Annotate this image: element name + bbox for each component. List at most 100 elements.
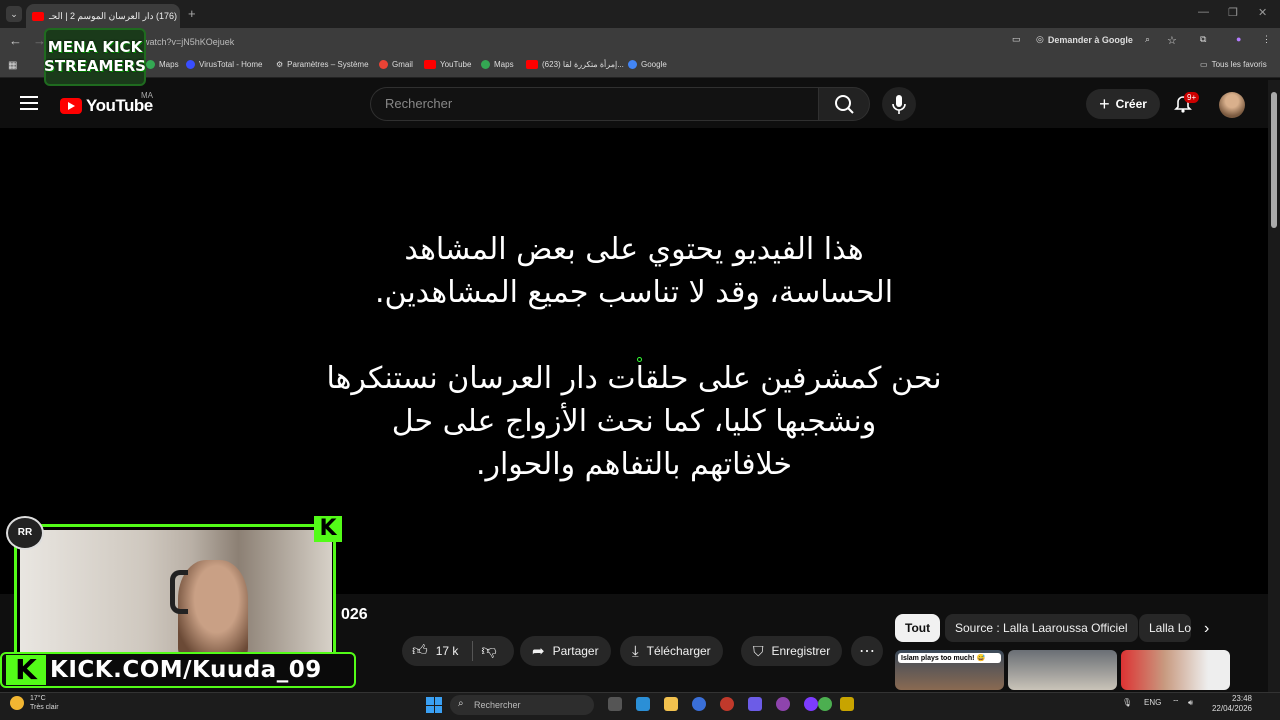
profile-icon[interactable]: ● xyxy=(1236,34,1241,44)
temperature: 17°C xyxy=(30,695,46,702)
search-button[interactable] xyxy=(818,87,870,121)
like-count[interactable]: 17 k xyxy=(436,644,459,658)
mena-kick-streamers-logo: MENA KICK STREAMERS xyxy=(44,28,146,86)
kick-k-icon: K xyxy=(6,655,46,685)
download-label: Télécharger xyxy=(646,644,711,658)
system-clock[interactable]: 23:48 22/04/2026 xyxy=(1208,694,1252,714)
sun-icon xyxy=(10,696,24,710)
app-icon-6[interactable] xyxy=(804,697,818,711)
minimize-icon[interactable]: — xyxy=(1198,6,1209,18)
new-tab-button[interactable]: + xyxy=(188,6,196,21)
menu-dots-icon[interactable]: ⋮ xyxy=(1262,34,1271,45)
gmail-icon xyxy=(379,60,388,69)
more-actions-icon[interactable]: ⋯ xyxy=(851,636,883,666)
app-icon-1[interactable] xyxy=(636,697,650,711)
save-button[interactable]: ⛉ Enregistrer xyxy=(741,636,843,666)
headphones-icon xyxy=(170,570,188,614)
scrollbar-thumb[interactable] xyxy=(1271,92,1277,228)
app-icon-5[interactable] xyxy=(776,697,790,711)
bookmark-gmail[interactable]: Gmail xyxy=(379,60,413,69)
share-icon: ➦ xyxy=(532,643,545,660)
clock-date: 22/04/2026 xyxy=(1211,704,1252,713)
thumbs-down-icon[interactable]: 👎︎ xyxy=(481,642,496,660)
bookmark-maps-2[interactable]: Maps xyxy=(481,60,514,69)
video-thumbnail-1[interactable]: Islam plays too much! 😅 xyxy=(895,650,1004,690)
content-warning-text-1: هذا الفيديو يحتوي على بعض المشاهد الحساس… xyxy=(374,232,894,310)
youtube-logo[interactable]: YouTube xyxy=(60,96,153,116)
volume-icon[interactable]: 🔊︎ xyxy=(1188,698,1193,708)
back-icon[interactable]: ← xyxy=(9,33,22,48)
bookmark-maps[interactable]: Maps xyxy=(146,60,179,69)
maps-icon xyxy=(146,60,155,69)
chip-source[interactable]: Source : Lalla Laaroussa Officiel xyxy=(945,614,1138,642)
chip-all[interactable]: Tout xyxy=(895,614,941,642)
search-input[interactable]: Rechercher xyxy=(370,87,818,121)
divider xyxy=(472,641,474,661)
download-button[interactable]: ⤓ Télécharger xyxy=(620,636,723,666)
google-lens-icon: ◎ xyxy=(1036,34,1044,44)
mic-tray-icon[interactable]: 🎙︎ xyxy=(1122,698,1132,707)
maximize-icon[interactable]: ❐ xyxy=(1228,6,1238,19)
app-icon-3[interactable] xyxy=(720,697,734,711)
kick-logo-icon: K xyxy=(314,516,342,542)
search-icon: ⌕ xyxy=(458,698,464,709)
wifi-icon[interactable]: ⌔ xyxy=(1172,698,1180,708)
task-view-icon[interactable] xyxy=(608,697,622,711)
video-thumbnail-2[interactable] xyxy=(1008,650,1117,690)
taskbar-search-input[interactable]: Rechercher xyxy=(450,695,594,715)
language-indicator[interactable]: ENG xyxy=(1144,698,1161,707)
bookmark-video[interactable]: (623) إمرأة متكررة لقا... xyxy=(526,60,624,69)
thumbs-up-icon[interactable]: 👍︎ xyxy=(412,642,428,660)
bookmark-icon: ⛉ xyxy=(753,642,764,659)
app-icon-4[interactable] xyxy=(748,697,762,711)
voice-search-button[interactable] xyxy=(882,87,916,121)
chip-lalla[interactable]: Lalla Lo xyxy=(1139,614,1191,642)
youtube-play-icon xyxy=(60,98,82,114)
browser-tab-active[interactable]: (176) دار العرسان الموسم 2 | الحـ ✕ xyxy=(26,4,180,28)
share-label: Partager xyxy=(552,644,599,658)
weather-condition: Très clair xyxy=(30,704,59,711)
logo-line-1: MENA KICK xyxy=(47,38,143,56)
app-icon-2[interactable] xyxy=(692,697,706,711)
create-button[interactable]: + Créer xyxy=(1086,89,1160,119)
bookmark-google[interactable]: Google xyxy=(628,60,667,69)
weather-widget[interactable]: 17°C Très clair xyxy=(10,694,59,712)
all-favorites[interactable]: ▭ Tous les favoris xyxy=(1200,60,1267,69)
install-app-icon[interactable]: ▭ xyxy=(1012,34,1021,45)
download-icon: ⤓ xyxy=(632,642,639,660)
youtube-favicon-icon xyxy=(32,11,44,21)
avatar[interactable] xyxy=(1219,92,1245,118)
search-icon xyxy=(835,95,854,114)
tab-search-button[interactable]: ⌄ xyxy=(6,6,22,22)
notification-badge: 9+ xyxy=(1184,92,1200,103)
hamburger-menu-icon[interactable] xyxy=(20,96,38,110)
share-button[interactable]: ➦ Partager xyxy=(520,636,611,666)
video-thumbnail-3[interactable] xyxy=(1121,650,1230,690)
bookmark-youtube[interactable]: YouTube xyxy=(424,60,471,69)
microphone-icon xyxy=(892,95,906,114)
zoom-icon[interactable]: ⌕ xyxy=(1145,34,1150,45)
file-explorer-icon[interactable] xyxy=(664,697,678,711)
bookmark-star-icon[interactable]: ☆ xyxy=(1167,34,1177,47)
region-code: MA xyxy=(141,91,153,100)
kick-url-text: KICK.COM/Kuuda_09 xyxy=(50,657,322,683)
windows-start-icon[interactable] xyxy=(426,697,442,713)
save-label: Enregistrer xyxy=(771,644,831,658)
ask-google-button[interactable]: ◎ Demander à Google xyxy=(1036,34,1133,45)
plus-icon: + xyxy=(1099,93,1110,114)
gear-icon: ⚙ xyxy=(276,60,284,69)
extensions-icon[interactable]: ⧉ xyxy=(1200,34,1206,45)
youtube-icon xyxy=(526,60,538,69)
bookmark-virustotal[interactable]: VirusTotal - Home xyxy=(186,60,262,69)
app-icon-7[interactable] xyxy=(840,697,854,711)
folder-icon: ▭ xyxy=(1200,60,1208,69)
apps-grid-icon[interactable]: ▦ xyxy=(8,60,17,71)
window-close-icon[interactable]: ✕ xyxy=(1258,6,1267,19)
chrome-icon[interactable] xyxy=(818,697,832,711)
tab-title: (176) دار العرسان الموسم 2 | الحـ xyxy=(49,10,178,21)
bookmark-settings[interactable]: ⚙ Paramètres – Système xyxy=(276,60,369,69)
maps-icon xyxy=(481,60,490,69)
chevron-right-icon[interactable]: › xyxy=(1204,620,1209,638)
youtube-icon xyxy=(424,60,436,69)
ask-google-label: Demander à Google xyxy=(1047,34,1133,45)
